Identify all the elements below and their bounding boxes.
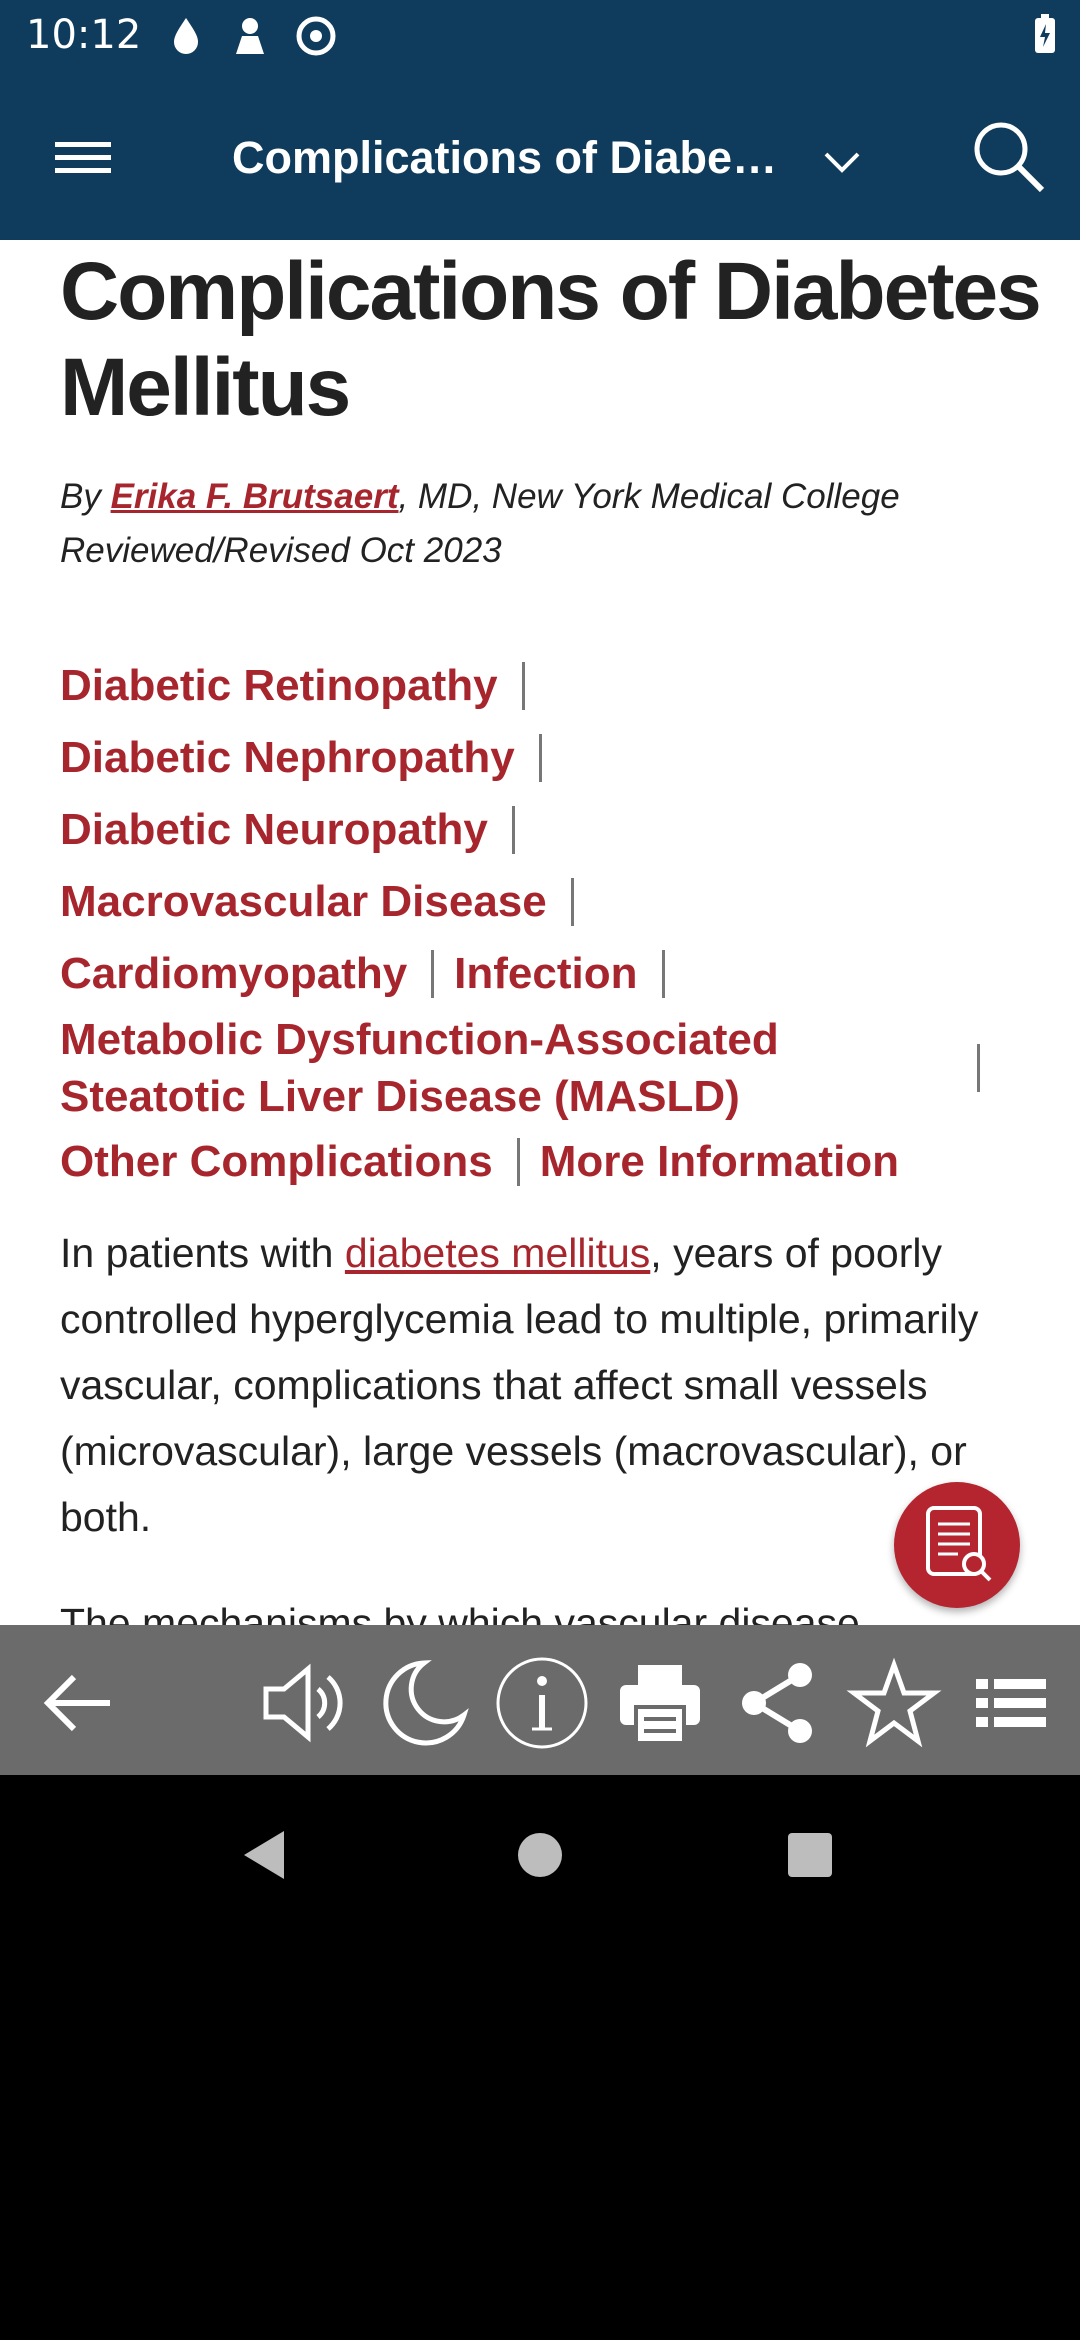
- status-time: 10:12: [26, 12, 142, 58]
- chevron-down-icon[interactable]: [812, 132, 872, 192]
- divider: [661, 950, 665, 998]
- notification-icon: [296, 16, 336, 56]
- status-bar: 10:12: [0, 0, 1080, 72]
- toc-link-cardiomyopathy[interactable]: Cardiomyopathy: [60, 949, 407, 999]
- divider: [431, 950, 435, 998]
- notification-icon: [236, 18, 264, 54]
- bottom-toolbar: [0, 1625, 1080, 1775]
- toc-link-macrovascular[interactable]: Macrovascular Disease: [60, 877, 547, 927]
- toc-link-masld-line2: Steatotic Liver Disease (MASLD): [60, 1072, 740, 1121]
- toc-link-nephropathy[interactable]: Diabetic Nephropathy: [60, 733, 515, 783]
- page-title: Complications of Diabetes Mellitus: [60, 246, 1042, 433]
- nav-back-icon[interactable]: [228, 1815, 308, 1895]
- speaker-icon[interactable]: [256, 1655, 352, 1751]
- battery-icon: [1035, 14, 1055, 53]
- list-icon[interactable]: [962, 1655, 1058, 1751]
- byline-prefix: By: [60, 477, 111, 516]
- star-icon[interactable]: [846, 1655, 942, 1751]
- article-content: Complications of Diabetes Mellitus By Er…: [0, 240, 1080, 1625]
- divider: [511, 806, 515, 854]
- document-search-icon: [926, 1506, 992, 1582]
- toc-link-retinopathy[interactable]: Diabetic Retinopathy: [60, 661, 498, 711]
- review-date: Reviewed/Revised Oct 2023: [60, 531, 502, 570]
- divider: [977, 1044, 980, 1092]
- divider: [538, 734, 542, 782]
- nav-recents-icon[interactable]: [770, 1815, 850, 1895]
- next-paragraph: The mechanisms by which vascular disease: [60, 1600, 860, 1625]
- diabetes-mellitus-link[interactable]: diabetes mellitus: [345, 1230, 650, 1276]
- app-bar: Complications of Diabet…: [0, 72, 1080, 240]
- share-icon[interactable]: [730, 1655, 826, 1751]
- nav-home-icon[interactable]: [500, 1815, 580, 1895]
- moon-icon[interactable]: [376, 1655, 472, 1751]
- byline: By Erika F. Brutsaert, MD, New York Medi…: [60, 470, 900, 578]
- toc-link-masld-line1: Metabolic Dysfunction-Associated: [60, 1015, 779, 1064]
- table-of-contents: Diabetic Retinopathy Diabetic Nephropath…: [60, 650, 1020, 1198]
- intro-text: In patients with: [60, 1230, 345, 1276]
- divider: [516, 1138, 520, 1186]
- arrow-left-icon[interactable]: [30, 1655, 126, 1751]
- app-title[interactable]: Complications of Diabet…: [232, 128, 792, 188]
- divider: [521, 662, 525, 710]
- toc-link-more-info[interactable]: More Information: [540, 1137, 899, 1187]
- notification-icon: [174, 18, 198, 54]
- toc-link-infection[interactable]: Infection: [454, 949, 637, 999]
- top-bar: 10:12 Complications of Diabet…: [0, 0, 1080, 240]
- intro-text: , years of poorly controlled hyperglycem…: [60, 1230, 979, 1540]
- toc-link-other[interactable]: Other Complications: [60, 1137, 493, 1187]
- divider: [570, 878, 574, 926]
- toc-link-masld[interactable]: Metabolic Dysfunction-Associated Steatoti…: [60, 1011, 779, 1125]
- menu-icon[interactable]: [38, 124, 128, 188]
- info-icon[interactable]: [494, 1655, 590, 1751]
- toc-link-neuropathy[interactable]: Diabetic Neuropathy: [60, 805, 488, 855]
- document-search-button[interactable]: [894, 1482, 1020, 1608]
- intro-paragraph: In patients with diabetes mellitus, year…: [60, 1220, 1020, 1550]
- author-affiliation: , MD, New York Medical College: [398, 477, 900, 516]
- author-link[interactable]: Erika F. Brutsaert: [111, 477, 399, 516]
- printer-icon[interactable]: [612, 1655, 708, 1751]
- search-icon[interactable]: [968, 116, 1048, 196]
- system-nav-bar: [0, 1775, 1080, 1925]
